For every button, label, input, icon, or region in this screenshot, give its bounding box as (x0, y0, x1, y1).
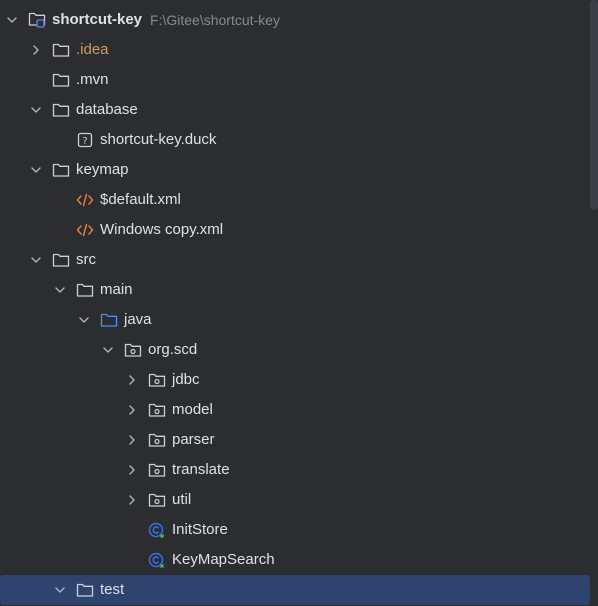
tree-item-label: shortcut-key (52, 11, 143, 28)
chevron-down-icon[interactable] (52, 282, 68, 298)
package-icon (148, 401, 166, 419)
tree-item-label: KeyMapSearch (172, 551, 275, 568)
tree-row-main[interactable]: main (0, 275, 590, 305)
package-icon (148, 461, 166, 479)
chevron-down-icon[interactable] (52, 582, 68, 598)
tree-item-label: jdbc (172, 371, 200, 388)
tree-item-label: java (124, 311, 152, 328)
package-icon (148, 491, 166, 509)
source-folder-icon (100, 311, 118, 329)
chevron-down-icon[interactable] (28, 252, 44, 268)
tree-item-label: parser (172, 431, 215, 448)
tree-row-model[interactable]: model (0, 395, 590, 425)
chevron-down-icon[interactable] (28, 162, 44, 178)
chevron-down-icon[interactable] (76, 312, 92, 328)
tree-row-idea[interactable]: .idea (0, 35, 590, 65)
project-path: F:\Gitee\shortcut-key (150, 12, 280, 28)
chevron-down-icon[interactable] (4, 12, 20, 28)
chevron-down-icon[interactable] (100, 342, 116, 358)
package-icon (148, 371, 166, 389)
tree-item-label: Windows copy.xml (100, 221, 224, 238)
tree-row-parser[interactable]: parser (0, 425, 590, 455)
tree-item-label: $default.xml (100, 191, 181, 208)
tree-item-label: src (76, 251, 96, 268)
tree-item-label: InitStore (172, 521, 228, 538)
chevron-right-icon[interactable] (124, 372, 140, 388)
java-class-icon (148, 551, 166, 569)
folder-icon (52, 101, 70, 119)
tree-row-org-scd[interactable]: org.scd (0, 335, 590, 365)
tree-item-label: model (172, 401, 213, 418)
folder-icon (52, 41, 70, 59)
chevron-right-icon[interactable] (124, 492, 140, 508)
tree-row-keymapsearch[interactable]: KeyMapSearch (0, 545, 590, 575)
tree-row-default-xml[interactable]: $default.xml (0, 185, 590, 215)
tree-row-shortcut-key[interactable]: shortcut-key F:\Gitee\shortcut-key (0, 5, 590, 35)
tree-row-translate[interactable]: translate (0, 455, 590, 485)
tree-row-keymap[interactable]: keymap (0, 155, 590, 185)
folder-icon (76, 581, 94, 599)
chevron-right-icon[interactable] (28, 42, 44, 58)
tree-item-label: translate (172, 461, 230, 478)
tree-item-label: .mvn (76, 71, 109, 88)
tree-row-mvn[interactable]: .mvn (0, 65, 590, 95)
tree-row-initstore[interactable]: InitStore (0, 515, 590, 545)
folder-icon (52, 251, 70, 269)
tree-row-database[interactable]: database (0, 95, 590, 125)
folder-icon (76, 281, 94, 299)
tree-row-java[interactable]: java (0, 305, 590, 335)
java-class-icon (148, 521, 166, 539)
tree-row-shortcut-key-duck[interactable]: ? shortcut-key.duck (0, 125, 590, 155)
module-folder-icon (28, 11, 46, 29)
tree-item-label: org.scd (148, 341, 198, 358)
unknown-file-icon: ? (76, 131, 94, 149)
chevron-right-icon[interactable] (124, 432, 140, 448)
package-icon (148, 431, 166, 449)
folder-icon (52, 71, 70, 89)
package-icon (124, 341, 142, 359)
chevron-right-icon[interactable] (124, 402, 140, 418)
tree-item-label: util (172, 491, 192, 508)
tree-row-util[interactable]: util (0, 485, 590, 515)
tree-row-jdbc[interactable]: jdbc (0, 365, 590, 395)
chevron-right-icon[interactable] (124, 462, 140, 478)
tree-item-label: database (76, 101, 138, 118)
tree-scrollbar[interactable] (590, 0, 598, 210)
tree-item-label: .idea (76, 41, 109, 58)
tree-item-label: keymap (76, 161, 129, 178)
tree-row-windows-copy-xml[interactable]: Windows copy.xml (0, 215, 590, 245)
xml-file-icon (76, 221, 94, 239)
folder-icon (52, 161, 70, 179)
tree-item-label: shortcut-key.duck (100, 131, 217, 148)
tree-row-test[interactable]: test (0, 575, 590, 605)
tree-item-label: main (100, 281, 133, 298)
project-tree: shortcut-key F:\Gitee\shortcut-key .idea .m… (0, 5, 590, 605)
chevron-down-icon[interactable] (28, 102, 44, 118)
tree-row-src[interactable]: src (0, 245, 590, 275)
xml-file-icon (76, 191, 94, 209)
tree-item-label: test (100, 581, 125, 598)
svg-text:?: ? (82, 136, 87, 147)
